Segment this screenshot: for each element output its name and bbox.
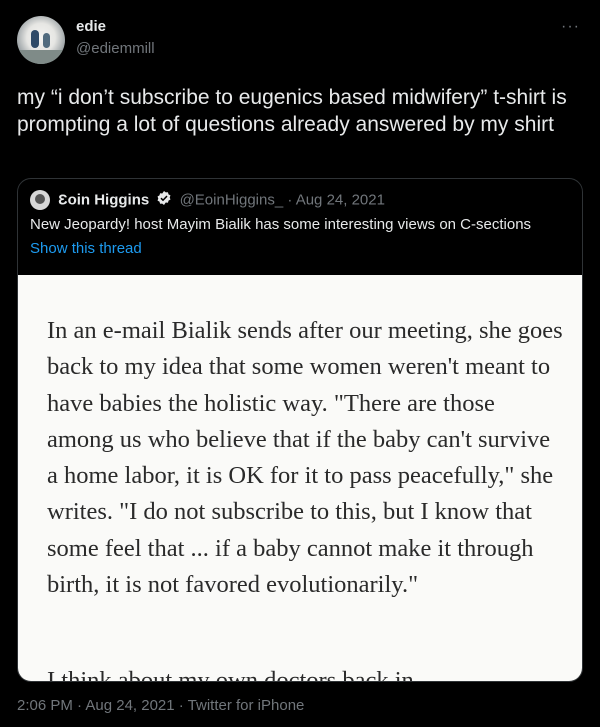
quoted-date: · Aug 24, 2021 xyxy=(287,191,385,209)
quoted-author-name: Ɛoin Higgins xyxy=(58,191,150,209)
avatar-ground xyxy=(17,50,65,64)
quoted-author-handle: @EoinHiggins_ xyxy=(179,191,284,209)
article-excerpt-cut: I think about my own doctors back in xyxy=(47,667,414,682)
show-thread-link[interactable]: Show this thread xyxy=(30,240,142,257)
quoted-header: Ɛoin Higgins @EoinHiggins_ · Aug 24, 202… xyxy=(30,190,385,210)
quoted-image[interactable]: In an e-mail Bialik sends after our meet… xyxy=(18,275,582,681)
tweet-meta: 2:06 PM · Aug 24, 2021 · Twitter for iPh… xyxy=(17,697,305,714)
more-icon[interactable]: ··· xyxy=(561,18,580,36)
verified-badge-icon xyxy=(156,190,172,210)
avatar[interactable] xyxy=(17,16,65,64)
author-name[interactable]: edie xyxy=(76,18,106,35)
avatar-figure xyxy=(31,30,39,48)
author-handle[interactable]: @ediemmill xyxy=(76,40,155,57)
quoted-text: New Jeopardy! host Mayim Bialik has some… xyxy=(30,216,532,233)
quoted-tweet[interactable]: Ɛoin Higgins @EoinHiggins_ · Aug 24, 202… xyxy=(17,178,583,682)
tweet-text: my “i don’t subscribe to eugenics based … xyxy=(17,86,567,136)
avatar-figure xyxy=(43,33,50,48)
article-excerpt: In an e-mail Bialik sends after our meet… xyxy=(47,317,563,599)
quoted-avatar xyxy=(30,190,50,210)
